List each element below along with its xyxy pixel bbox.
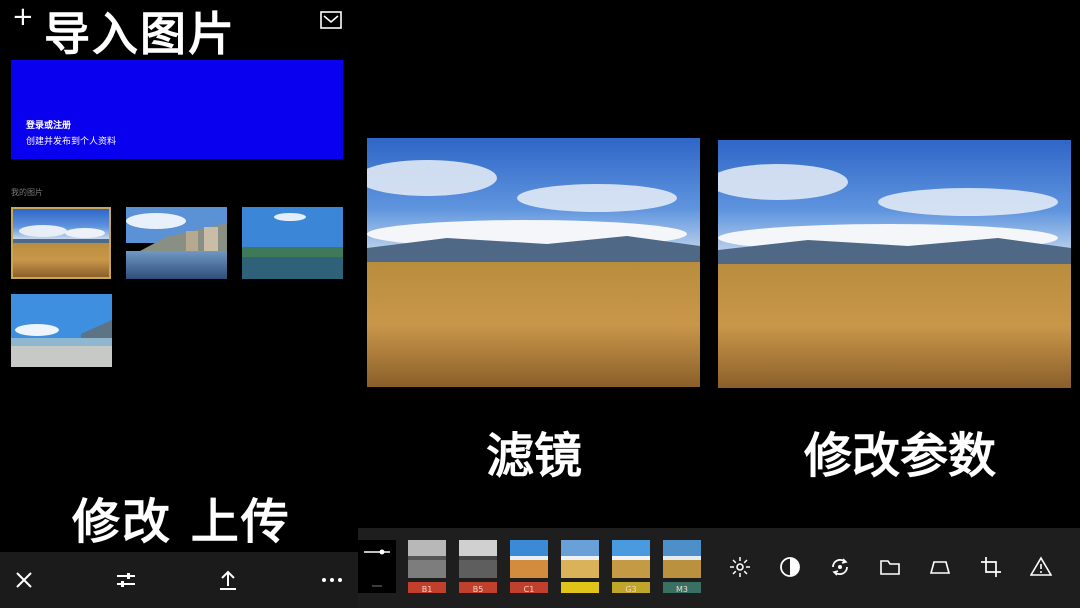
filter-tag-b1: B1 bbox=[408, 582, 446, 593]
params-preview-image bbox=[708, 140, 1071, 388]
upload-icon[interactable] bbox=[216, 568, 240, 592]
more-icon[interactable] bbox=[320, 568, 344, 592]
my-pictures-label: 我的图片 bbox=[11, 188, 43, 197]
rotate-icon[interactable] bbox=[829, 556, 851, 578]
gallery-thumbnail-beach[interactable] bbox=[11, 294, 112, 367]
login-subtitle: 创建并发布到个人资料 bbox=[26, 137, 117, 147]
filter-preview-image bbox=[357, 138, 700, 387]
edit-upload-caption: 修改 上传 bbox=[72, 494, 291, 550]
filter-preset-m3[interactable]: M3 bbox=[663, 540, 701, 593]
folder-icon[interactable] bbox=[879, 556, 901, 578]
contrast-icon[interactable] bbox=[779, 556, 801, 578]
import-title: 导入图片 bbox=[44, 7, 236, 61]
filter-preset-b5[interactable]: B5 bbox=[459, 540, 497, 593]
add-button[interactable]: + bbox=[12, 4, 34, 30]
intensity-slider[interactable] bbox=[358, 540, 396, 593]
warning-triangle-icon[interactable] bbox=[1029, 556, 1053, 578]
exposure-sun-icon[interactable] bbox=[729, 556, 751, 578]
gallery-thumbnail-coast[interactable] bbox=[242, 207, 343, 279]
adjust-sliders-icon[interactable] bbox=[114, 568, 138, 592]
filter-tag-m3: M3 bbox=[663, 582, 701, 593]
params-caption: 修改参数 bbox=[804, 428, 997, 484]
filter-preset-yellow[interactable] bbox=[561, 540, 599, 593]
left-toolbar bbox=[0, 552, 358, 608]
login-title[interactable]: 登录或注册 bbox=[26, 118, 71, 131]
gallery-thumbnail-wheat[interactable] bbox=[11, 207, 111, 279]
inbox-icon[interactable] bbox=[320, 10, 342, 30]
crop-icon[interactable] bbox=[980, 556, 1002, 578]
filter-caption: 滤镜 bbox=[486, 428, 583, 484]
filter-preset-b1[interactable]: B1 bbox=[408, 540, 446, 593]
close-icon[interactable] bbox=[12, 568, 36, 592]
filter-tag-c1: C1 bbox=[510, 582, 548, 593]
filter-preset-g3[interactable]: G3 bbox=[612, 540, 650, 593]
filter-tag-g3: G3 bbox=[612, 582, 650, 593]
filter-tag-b5: B5 bbox=[459, 582, 497, 593]
filter-preset-c1[interactable]: C1 bbox=[510, 540, 548, 593]
perspective-icon[interactable] bbox=[929, 556, 951, 578]
gallery-thumbnail-riverside[interactable] bbox=[126, 207, 227, 279]
filter-tag-yellow bbox=[561, 582, 599, 593]
